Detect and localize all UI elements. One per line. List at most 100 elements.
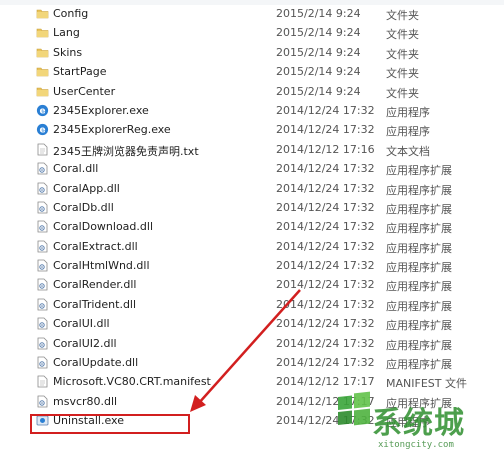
file-row[interactable]: CoralHtmlWnd.dll 2014/12/24 17:32 应用程序扩展 bbox=[0, 256, 504, 275]
folder-icon bbox=[36, 46, 49, 59]
uninstall-highlight-box bbox=[30, 414, 190, 434]
file-name: Lang bbox=[53, 26, 80, 40]
file-row[interactable]: UserCenter 2015/2/14 9:24 文件夹 bbox=[0, 82, 504, 101]
file-date: 2015/2/14 9:24 bbox=[276, 84, 361, 98]
file-row[interactable]: CoralRender.dll 2014/12/24 17:32 应用程序扩展 bbox=[0, 275, 504, 294]
file-type: 应用程序扩展 bbox=[386, 319, 452, 333]
file-row[interactable]: e 2345Explorer.exe 2014/12/24 17:32 应用程序 bbox=[0, 101, 504, 120]
dll-icon bbox=[36, 395, 49, 408]
file-date: 2015/2/14 9:24 bbox=[276, 45, 361, 59]
file-type: 文件夹 bbox=[386, 47, 419, 61]
file-type: 文本文档 bbox=[386, 144, 430, 158]
file-row[interactable]: Coral.dll 2014/12/24 17:32 应用程序扩展 bbox=[0, 159, 504, 178]
file-row[interactable]: CoralUI2.dll 2014/12/24 17:32 应用程序扩展 bbox=[0, 334, 504, 353]
folder-icon bbox=[36, 85, 49, 98]
file-name: 2345ExplorerReg.exe bbox=[53, 123, 171, 137]
file-row[interactable]: CoralTrident.dll 2014/12/24 17:32 应用程序扩展 bbox=[0, 295, 504, 314]
file-type: 应用程序扩展 bbox=[386, 241, 452, 255]
file-date: 2015/2/14 9:24 bbox=[276, 26, 361, 40]
file-date: 2014/12/24 17:32 bbox=[276, 297, 375, 311]
file-name: Config bbox=[53, 7, 89, 20]
file-row[interactable]: Lang 2015/2/14 9:24 文件夹 bbox=[0, 23, 504, 42]
file-row[interactable]: 2345王牌浏览器免责声明.txt 2014/12/12 17:16 文本文档 bbox=[0, 140, 504, 159]
text-file-icon bbox=[36, 143, 49, 156]
file-date: 2014/12/24 17:32 bbox=[276, 239, 375, 253]
file-name: CoralTrident.dll bbox=[53, 297, 137, 311]
folder-icon bbox=[36, 7, 49, 20]
file-type: 文件夹 bbox=[386, 28, 419, 42]
file-date: 2014/12/24 17:32 bbox=[276, 220, 375, 234]
dll-icon bbox=[36, 220, 49, 233]
folder-icon bbox=[36, 26, 49, 39]
dll-icon bbox=[36, 317, 49, 330]
file-name: StartPage bbox=[53, 65, 107, 79]
browser-exe-icon: e bbox=[36, 104, 49, 117]
file-date: 2014/12/24 17:32 bbox=[276, 278, 375, 292]
dll-icon bbox=[36, 356, 49, 369]
file-name: CoralDownload.dll bbox=[53, 220, 153, 234]
file-date: 2014/12/24 17:32 bbox=[276, 259, 375, 273]
file-name: CoralUI.dll bbox=[53, 317, 110, 331]
file-name: Coral.dll bbox=[53, 162, 99, 176]
dll-icon bbox=[36, 278, 49, 291]
file-type: 应用程序 bbox=[386, 105, 430, 119]
file-row[interactable]: CoralDownload.dll 2014/12/24 17:32 应用程序扩展 bbox=[0, 217, 504, 236]
dll-icon bbox=[36, 298, 49, 311]
file-type: 应用程序扩展 bbox=[386, 280, 452, 294]
file-type: 应用程序扩展 bbox=[386, 222, 452, 236]
file-name: CoralExtract.dll bbox=[53, 239, 138, 253]
file-type: 应用程序扩展 bbox=[386, 299, 452, 313]
file-row[interactable]: Skins 2015/2/14 9:24 文件夹 bbox=[0, 43, 504, 62]
file-name: Microsoft.VC80.CRT.manifest bbox=[53, 375, 211, 389]
file-row[interactable]: e 2345ExplorerReg.exe 2014/12/24 17:32 应用程序 bbox=[0, 120, 504, 139]
dll-icon bbox=[36, 240, 49, 253]
file-type: 应用程序扩展 bbox=[386, 183, 452, 197]
file-type: 文件夹 bbox=[386, 86, 419, 100]
file-name: CoralApp.dll bbox=[53, 181, 120, 195]
file-row[interactable]: CoralUpdate.dll 2014/12/24 17:32 应用程序扩展 bbox=[0, 353, 504, 372]
file-type: 应用程序扩展 bbox=[386, 261, 452, 275]
file-date: 2014/12/24 17:32 bbox=[276, 162, 375, 176]
file-name: 2345王牌浏览器免责声明.txt bbox=[53, 144, 199, 158]
file-date: 2014/12/24 17:32 bbox=[276, 123, 375, 137]
dll-icon bbox=[36, 201, 49, 214]
file-row[interactable]: CoralDb.dll 2014/12/24 17:32 应用程序扩展 bbox=[0, 198, 504, 217]
dll-icon bbox=[36, 182, 49, 195]
file-date: 2015/2/14 9:24 bbox=[276, 7, 361, 20]
file-name: CoralUpdate.dll bbox=[53, 356, 139, 370]
dll-icon bbox=[36, 337, 49, 350]
file-type: 应用程序扩展 bbox=[386, 358, 452, 372]
file-row[interactable]: Config 2015/2/14 9:24 文件夹 bbox=[0, 4, 504, 23]
file-name: CoralRender.dll bbox=[53, 278, 137, 292]
file-type: 文件夹 bbox=[386, 67, 419, 81]
dll-icon bbox=[36, 162, 49, 175]
file-date: 2014/12/12 17:16 bbox=[276, 142, 375, 156]
dll-icon bbox=[36, 259, 49, 272]
watermark-text: 系统城 bbox=[372, 406, 465, 441]
svg-text:e: e bbox=[39, 107, 45, 117]
file-row[interactable]: CoralUI.dll 2014/12/24 17:32 应用程序扩展 bbox=[0, 314, 504, 333]
file-name: 2345Explorer.exe bbox=[53, 103, 149, 117]
file-name: Skins bbox=[53, 45, 83, 59]
watermark-subtext: xitongcity.com bbox=[378, 440, 454, 450]
file-date: 2014/12/24 17:32 bbox=[276, 181, 375, 195]
file-name: CoralDb.dll bbox=[53, 200, 114, 214]
file-type: 应用程序扩展 bbox=[386, 202, 452, 216]
file-type: 应用程序扩展 bbox=[386, 338, 452, 352]
file-date: 2014/12/24 17:32 bbox=[276, 200, 375, 214]
browser-exe-icon: e bbox=[36, 123, 49, 136]
file-list: Config 2015/2/14 9:24 文件夹 Lang 2015/2/14 9:2… bbox=[0, 4, 504, 431]
file-date: 2014/12/24 17:32 bbox=[276, 103, 375, 117]
file-row[interactable]: CoralExtract.dll 2014/12/24 17:32 应用程序扩展 bbox=[0, 237, 504, 256]
file-row[interactable]: StartPage 2015/2/14 9:24 文件夹 bbox=[0, 62, 504, 81]
file-date: 2014/12/24 17:32 bbox=[276, 317, 375, 331]
file-name: UserCenter bbox=[53, 84, 116, 98]
file-date: 2015/2/14 9:24 bbox=[276, 65, 361, 79]
file-name: CoralUI2.dll bbox=[53, 336, 117, 350]
file-name: CoralHtmlWnd.dll bbox=[53, 259, 150, 273]
file-type: 应用程序 bbox=[386, 125, 430, 139]
file-date: 2014/12/24 17:32 bbox=[276, 336, 375, 350]
manifest-file-icon bbox=[36, 375, 49, 388]
file-row[interactable]: CoralApp.dll 2014/12/24 17:32 应用程序扩展 bbox=[0, 179, 504, 198]
svg-text:e: e bbox=[39, 126, 45, 136]
